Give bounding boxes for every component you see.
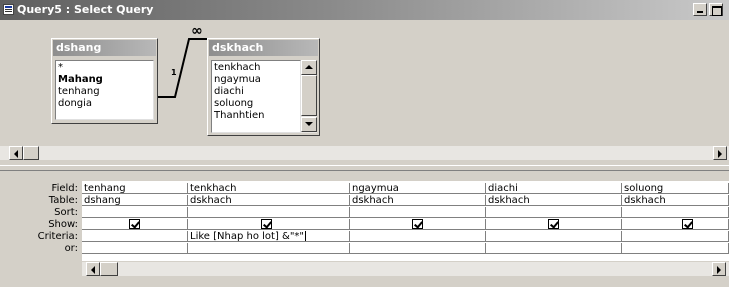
arrow-down-icon	[305, 122, 313, 126]
table-cell[interactable]: dskhach	[486, 195, 622, 206]
field-item[interactable]: tenhang	[58, 86, 151, 98]
scroll-thumb[interactable]	[23, 146, 39, 160]
field-cell[interactable]: diachi	[486, 183, 622, 194]
title-bar[interactable]: Query5 : Select Query	[0, 0, 729, 20]
sort-cell[interactable]	[622, 207, 729, 218]
show-checkbox[interactable]	[261, 219, 272, 229]
scroll-right-button[interactable]	[713, 146, 727, 160]
table-title-dshang[interactable]: dshang	[53, 40, 156, 56]
scroll-down-button[interactable]	[301, 117, 317, 132]
maximize-button[interactable]	[709, 3, 723, 16]
or-cell[interactable]	[622, 243, 729, 254]
arrow-left-icon	[91, 266, 95, 274]
one-side-label: 1	[171, 68, 177, 77]
query-window: Query5 : Select Query dshang * Mahang te…	[0, 0, 729, 287]
field-item[interactable]: Thanhtien	[214, 110, 298, 122]
field-item[interactable]: tenkhach	[214, 62, 298, 74]
row-label-or: or:	[64, 243, 78, 254]
show-cell[interactable]	[486, 219, 622, 230]
design-grid[interactable]: Field: Table: Sort: Show: Criteria: or: …	[0, 171, 729, 287]
show-checkbox[interactable]	[129, 219, 140, 229]
sort-cell[interactable]	[350, 207, 486, 218]
table-box-dshang[interactable]: dshang * Mahang tenhang dongia	[51, 38, 158, 124]
scroll-up-button[interactable]	[301, 60, 317, 75]
or-cell[interactable]	[486, 243, 622, 254]
field-item[interactable]: *	[58, 62, 151, 74]
field-item[interactable]: soluong	[214, 98, 298, 110]
many-side-label: ∞	[191, 23, 203, 39]
field-cell[interactable]: tenhang	[82, 183, 188, 194]
sort-cell[interactable]	[486, 207, 622, 218]
arrow-left-icon	[14, 150, 18, 158]
criteria-cell[interactable]	[622, 231, 729, 242]
table-pane-hscrollbar[interactable]	[0, 146, 729, 160]
table-cell[interactable]: dskhach	[622, 195, 729, 206]
or-cell[interactable]	[188, 243, 350, 254]
field-list-dskhach[interactable]: tenkhach ngaymua diachi soluong Thanhtie…	[211, 60, 301, 133]
or-cell[interactable]	[350, 243, 486, 254]
table-cell[interactable]: dskhach	[188, 195, 350, 206]
sort-cell[interactable]	[188, 207, 350, 218]
minimize-button[interactable]	[693, 3, 707, 16]
criteria-cell[interactable]	[486, 231, 622, 242]
table-title-dskhach[interactable]: dskhach	[209, 40, 318, 56]
row-label-sort: Sort:	[54, 207, 78, 218]
scroll-left-button[interactable]	[86, 262, 100, 276]
table-cell[interactable]: dshang	[82, 195, 188, 206]
show-cell[interactable]	[622, 219, 729, 230]
arrow-up-icon	[305, 65, 313, 69]
field-cell[interactable]: soluong	[622, 183, 729, 194]
field-item[interactable]: ngaymua	[214, 74, 298, 86]
show-checkbox[interactable]	[412, 219, 423, 229]
field-list-scrollbar[interactable]	[301, 60, 317, 133]
or-cell[interactable]	[82, 243, 188, 254]
field-item[interactable]: diachi	[214, 86, 298, 98]
arrow-right-icon	[717, 266, 721, 274]
criteria-cell[interactable]	[82, 231, 188, 242]
row-label-table: Table:	[48, 195, 78, 206]
criteria-cell[interactable]	[350, 231, 486, 242]
grid-body[interactable]: tenhang dshang tenkhach dskhach Like [Nh…	[82, 181, 729, 261]
scroll-thumb[interactable]	[301, 75, 317, 116]
row-label-field: Field:	[51, 183, 78, 194]
show-checkbox[interactable]	[548, 219, 559, 229]
row-label-criteria: Criteria:	[37, 231, 78, 242]
field-cell[interactable]: ngaymua	[350, 183, 486, 194]
relationship-line[interactable]	[158, 30, 210, 110]
text-caret	[305, 231, 307, 241]
criteria-text[interactable]: Like [Nhap ho lot] &"*"	[190, 231, 304, 241]
row-label-show: Show:	[48, 219, 78, 230]
sort-cell[interactable]	[82, 207, 188, 218]
field-item-primary-key[interactable]: Mahang	[58, 74, 151, 86]
show-checkbox[interactable]	[682, 219, 693, 229]
table-cell[interactable]: dskhach	[350, 195, 486, 206]
field-item[interactable]: dongia	[58, 98, 151, 110]
arrow-right-icon	[718, 150, 722, 158]
criteria-cell-active[interactable]: Like [Nhap ho lot] &"*"	[188, 231, 350, 242]
field-cell[interactable]: tenkhach	[188, 183, 350, 194]
query-icon	[3, 4, 14, 15]
window-title: Query5 : Select Query	[17, 3, 154, 16]
scroll-thumb[interactable]	[100, 262, 118, 276]
field-list-dshang[interactable]: * Mahang tenhang dongia	[55, 60, 154, 120]
grid-hscrollbar[interactable]	[82, 262, 729, 276]
show-cell[interactable]	[350, 219, 486, 230]
scroll-right-button[interactable]	[712, 262, 726, 276]
scroll-left-button[interactable]	[9, 146, 23, 160]
table-box-dskhach[interactable]: dskhach tenkhach ngaymua diachi soluong …	[207, 38, 320, 136]
show-cell[interactable]	[188, 219, 350, 230]
show-cell[interactable]	[82, 219, 188, 230]
table-pane[interactable]: dshang * Mahang tenhang dongia dskhach t…	[0, 20, 729, 146]
